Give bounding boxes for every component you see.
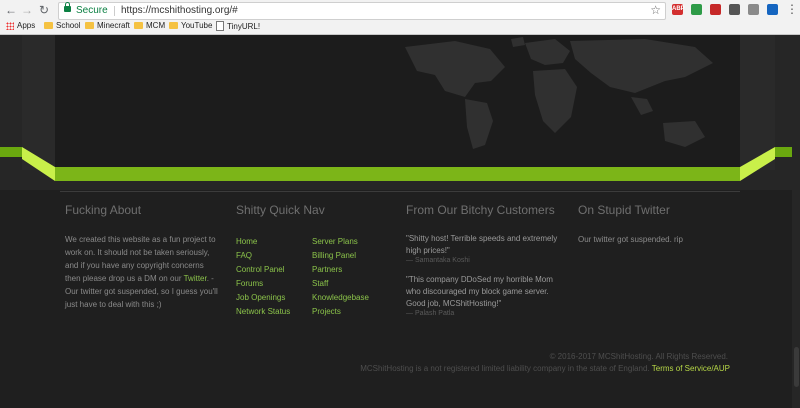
green-circle-icon[interactable] [691,4,702,15]
blue-square-icon[interactable] [767,4,778,15]
quote-author: — Palash Patla [406,310,455,317]
copyright-text: © 2016-2017 MCShitHosting. All Rights Re… [549,352,728,361]
quick-nav-left: Home FAQ Control Panel Forums Job Openings Ne… [236,235,290,319]
footer-about: Fucking About We created this website as… [65,203,220,311]
scroll-thumb[interactable] [794,347,799,387]
tos-link[interactable]: Terms of Service/AUP [652,364,730,373]
footer-quick-nav: Shitty Quick Nav Home FAQ Control Panel For… [236,203,396,323]
bookmark-star-icon[interactable]: ☆ [650,3,661,17]
bookmark-label: MCM [146,21,166,30]
footer-divider [60,191,740,192]
quick-nav-link[interactable]: Forums [236,277,290,291]
green-ribbon [0,147,800,181]
bookmarks-bar: Apps School Minecraft MCM YouTube TinyUR… [0,20,800,35]
twitter-link[interactable]: Twitter [184,274,207,283]
address-separator [114,6,115,16]
bookmark-label: Minecraft [97,21,130,30]
quote-text: "This company DDoSed my horrible Mom who… [406,275,553,308]
bookmark-youtube[interactable]: YouTube [169,21,212,30]
quick-nav-link[interactable]: Home [236,235,290,249]
quick-nav-right: Server Plans Billing Panel Partners Staff Kn… [312,235,369,319]
bookmark-label: YouTube [181,21,213,30]
apps-grid-icon [6,21,14,30]
footer-customers: From Our Bitchy Customers "Shitty host! … [406,203,566,317]
bookmark-label: School [56,21,81,30]
legal-statement: MCShitHosting is a not registered limite… [360,364,650,373]
quick-nav-link[interactable]: Staff [312,277,369,291]
bookmark-minecraft[interactable]: Minecraft [85,21,130,30]
bookmark-label: Apps [17,21,36,30]
quote-text: "Shitty host! Terrible speeds and extrem… [406,234,558,255]
customers-title: From Our Bitchy Customers [406,203,555,217]
quick-nav-link[interactable]: Knowledgebase [312,291,369,305]
bookmark-label: TinyURL! [227,21,261,31]
secure-label: Secure [76,5,108,16]
quote-1: "Shitty host! Terrible speeds and extrem… [406,233,566,264]
red-square-icon[interactable] [710,4,721,15]
hero-section [0,35,800,190]
back-arrow-icon[interactable]: ← [4,3,18,17]
address-bar[interactable]: Secure https://mcshithosting.org/# ☆ [58,2,666,20]
world-map-icon [405,37,713,149]
bookmark-mcm[interactable]: MCM [134,21,165,30]
quick-nav-link[interactable]: Billing Panel [312,249,369,263]
quick-nav-link[interactable]: FAQ [236,249,290,263]
folder-icon [85,22,94,29]
menu-dots-icon[interactable]: ⋮ [786,2,798,16]
folder-icon [134,22,143,29]
quick-nav-link[interactable]: Projects [312,305,369,319]
quick-nav-link[interactable]: Server Plans [312,235,369,249]
page-icon [216,21,224,31]
footer-twitter: On Stupid Twitter Our twitter got suspen… [578,203,738,246]
reload-icon[interactable]: ↻ [37,3,51,17]
browser-toolbar: ← → ↻ Secure https://mcshithosting.org/#… [0,0,800,21]
quote-author: — Samantaka Koshi [406,257,470,264]
dark-square-icon[interactable] [729,4,740,15]
lock-icon [64,2,71,12]
abp-icon[interactable]: ABP [672,4,685,15]
about-title: Fucking About [65,203,142,217]
folder-icon [169,22,178,29]
quick-nav-link[interactable]: Job Openings [236,291,290,305]
bookmark-tinyurl[interactable]: TinyURL! [216,21,260,31]
twitter-title: On Stupid Twitter [578,203,670,217]
bookmark-apps[interactable]: Apps [6,21,35,30]
quote-2: "This company DDoSed my horrible Mom who… [406,274,566,317]
quick-nav-title: Shitty Quick Nav [236,203,325,217]
twitter-text: Our twitter got suspended. rip [578,235,683,244]
page-scrollbar[interactable] [792,35,800,408]
url-text[interactable]: https://mcshithosting.org/# [121,5,238,16]
about-text: We created this website as a fun project… [65,233,220,311]
quick-nav-link[interactable]: Control Panel [236,263,290,277]
grey-square-icon[interactable] [748,4,759,15]
legal-text: MCShitHosting is a not registered limite… [360,364,730,373]
web-page: Fucking About We created this website as… [0,35,800,408]
quick-nav-link[interactable]: Network Status [236,305,290,319]
bookmark-school[interactable]: School [44,21,80,30]
forward-arrow-icon[interactable]: → [20,3,34,17]
folder-icon [44,22,53,29]
quick-nav-link[interactable]: Partners [312,263,369,277]
